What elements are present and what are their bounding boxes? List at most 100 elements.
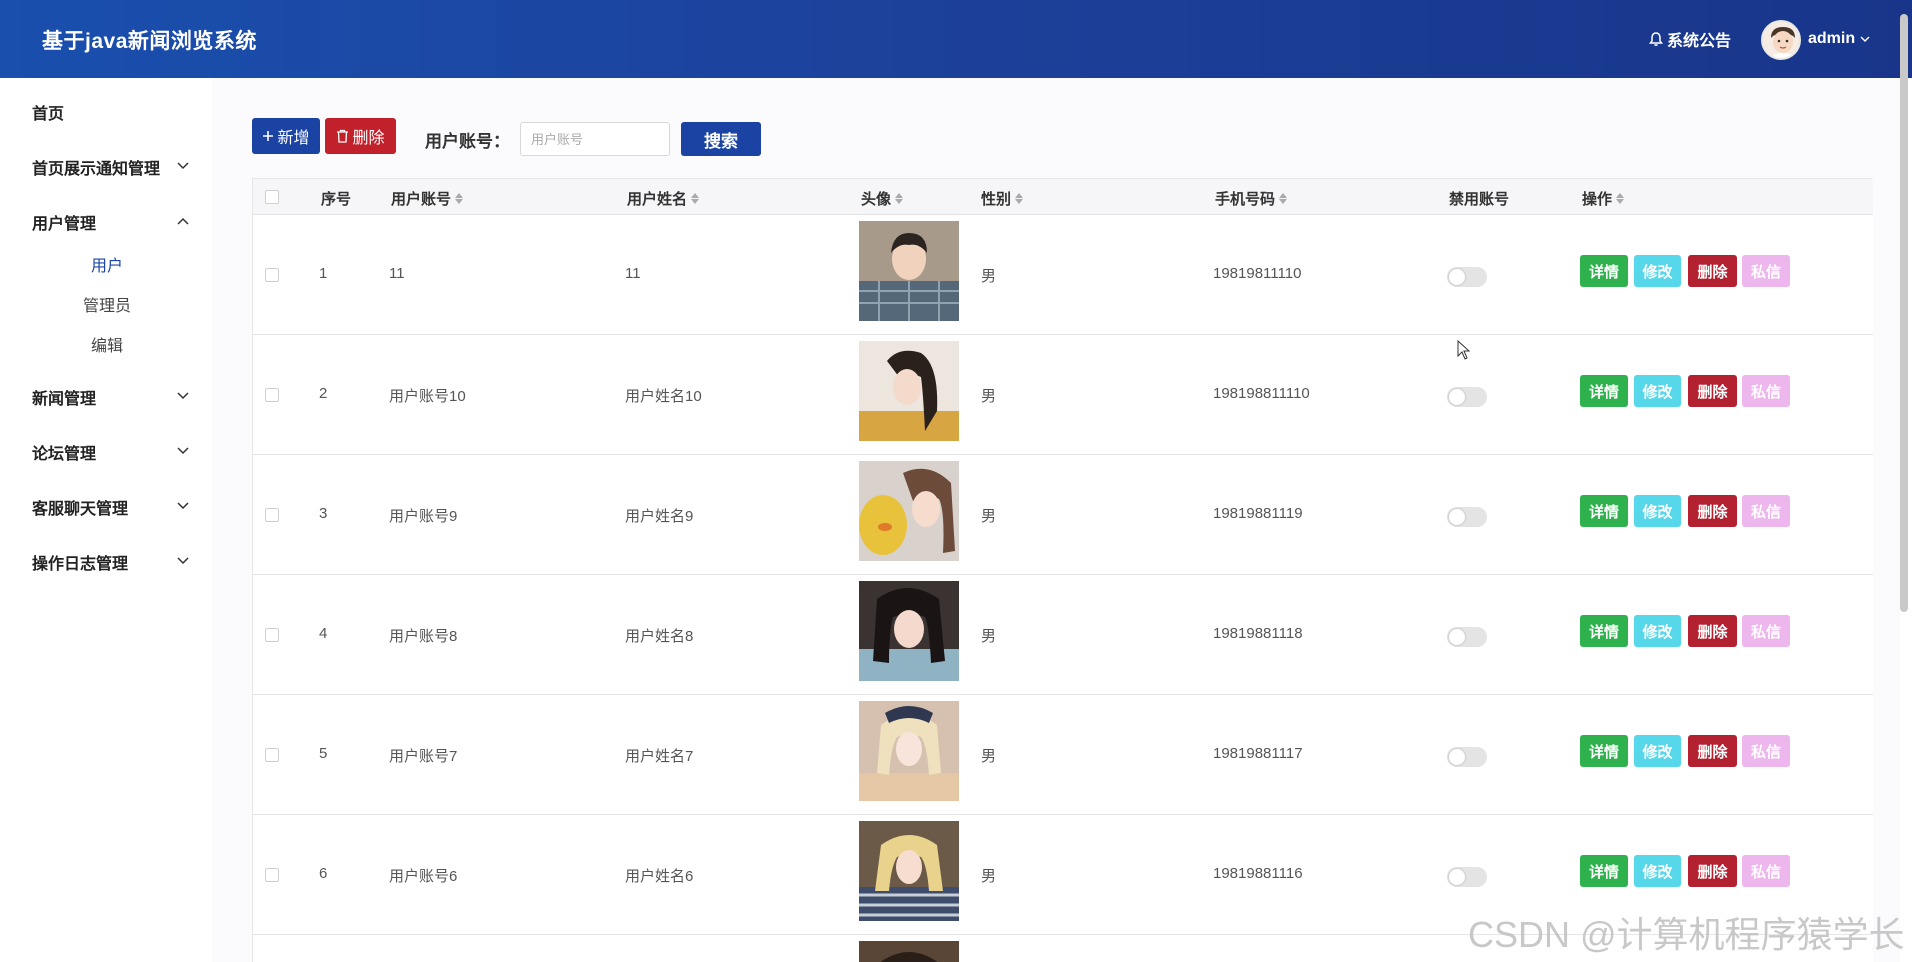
column-header-actions[interactable]: 操作: [1582, 188, 1625, 209]
cell-phone: 19819881118: [1213, 625, 1303, 642]
edit-button[interactable]: 修改: [1634, 855, 1681, 887]
cell-name: 用户姓名9: [625, 508, 694, 525]
add-button[interactable]: 新增: [252, 118, 320, 154]
table-header: 序号 用户账号 用户姓名 头像 性别 手机号码 禁用账号 操作: [253, 179, 1873, 215]
disable-account-toggle[interactable]: [1447, 507, 1487, 527]
table-row: 4 用户账号8 用户姓名8 男 19819881118 详情 修改 删除 私信: [253, 575, 1873, 695]
username-label: admin: [1808, 30, 1856, 47]
cell-gender: 男: [981, 268, 997, 285]
cell-index: 6: [319, 865, 328, 882]
row-checkbox[interactable]: [265, 268, 279, 282]
column-header-avatar[interactable]: 头像: [861, 188, 904, 209]
disable-account-toggle[interactable]: [1447, 387, 1487, 407]
row-checkbox[interactable]: [265, 508, 279, 522]
chevron-up-icon: [177, 217, 189, 225]
cell-gender: 男: [981, 748, 997, 765]
chevron-down-icon: [177, 502, 189, 510]
row-checkbox[interactable]: [265, 868, 279, 882]
delete-button[interactable]: 删除: [1688, 735, 1737, 767]
row-checkbox[interactable]: [265, 628, 279, 642]
message-button[interactable]: 私信: [1742, 615, 1790, 647]
chevron-down-icon: [177, 447, 189, 455]
cell-gender: 男: [981, 508, 997, 525]
system-notice-label: 系统公告: [1667, 33, 1732, 50]
user-photo: [859, 941, 959, 962]
cell-account: 用户账号9: [389, 508, 458, 525]
edit-button[interactable]: 修改: [1634, 495, 1681, 527]
detail-button[interactable]: 详情: [1580, 735, 1628, 767]
detail-button[interactable]: 详情: [1580, 375, 1628, 407]
cell-name: 用户姓名8: [625, 628, 694, 645]
detail-button[interactable]: 详情: [1580, 255, 1628, 287]
user-photo: [859, 221, 959, 321]
sidebar-item-log-mgmt[interactable]: 操作日志管理: [32, 550, 128, 574]
chevron-down-icon: [1860, 36, 1870, 43]
sidebar-item-forum-mgmt[interactable]: 论坛管理: [32, 440, 96, 464]
batch-delete-button[interactable]: 删除: [325, 118, 396, 154]
sidebar-subitem-user[interactable]: 用户: [62, 252, 152, 276]
cell-gender: 男: [981, 628, 997, 645]
user-table: 序号 用户账号 用户姓名 头像 性别 手机号码 禁用账号 操作 1 11 11 …: [252, 178, 1873, 962]
table-row: 3 用户账号9 用户姓名9 男 19819881119 详情 修改 删除 私信: [253, 455, 1873, 575]
message-button[interactable]: 私信: [1742, 735, 1790, 767]
message-button[interactable]: 私信: [1742, 855, 1790, 887]
cell-index: 1: [319, 265, 328, 282]
system-notice-link[interactable]: 系统公告: [1648, 27, 1731, 51]
sidebar-subitem-admin[interactable]: 管理员: [62, 292, 152, 316]
sidebar-item-notice-mgmt[interactable]: 首页展示通知管理: [32, 155, 160, 179]
user-avatar[interactable]: [1761, 20, 1801, 60]
user-photo: [859, 341, 959, 441]
delete-button[interactable]: 删除: [1688, 615, 1737, 647]
sidebar-item-home[interactable]: 首页: [32, 100, 64, 124]
row-checkbox[interactable]: [265, 388, 279, 402]
sidebar-item-user-mgmt[interactable]: 用户管理: [32, 210, 96, 234]
avatar-icon: [1763, 22, 1799, 58]
cell-phone: 19819881119: [1213, 505, 1303, 522]
message-button[interactable]: 私信: [1742, 255, 1790, 287]
disable-account-toggle[interactable]: [1447, 627, 1487, 647]
cell-gender: 男: [981, 388, 997, 405]
account-search-input[interactable]: [520, 122, 670, 156]
sidebar-subitem-editor[interactable]: 编辑: [62, 332, 152, 356]
top-header: 基于java新闻浏览系统 系统公告 admin: [0, 0, 1912, 78]
cell-index: 4: [319, 625, 328, 642]
disable-account-toggle[interactable]: [1447, 747, 1487, 767]
cell-name: 11: [625, 265, 641, 282]
row-checkbox[interactable]: [265, 748, 279, 762]
table-row: 1 11 11 男 19819811110 详情 修改 删除 私信: [253, 215, 1873, 335]
edit-button[interactable]: 修改: [1634, 255, 1681, 287]
sort-icon: [895, 193, 904, 204]
message-button[interactable]: 私信: [1742, 495, 1790, 527]
sidebar-item-news-mgmt[interactable]: 新闻管理: [32, 385, 96, 409]
column-header-gender[interactable]: 性别: [981, 188, 1024, 209]
cell-phone: 19819881116: [1213, 865, 1303, 882]
page-scrollbar[interactable]: [1900, 14, 1908, 612]
disable-account-toggle[interactable]: [1447, 267, 1487, 287]
sidebar-item-chat-mgmt[interactable]: 客服聊天管理: [32, 495, 128, 519]
delete-button[interactable]: 删除: [1688, 495, 1737, 527]
message-button[interactable]: 私信: [1742, 375, 1790, 407]
delete-button[interactable]: 删除: [1688, 855, 1737, 887]
detail-button[interactable]: 详情: [1580, 855, 1628, 887]
detail-button[interactable]: 详情: [1580, 495, 1628, 527]
disable-account-toggle[interactable]: [1447, 867, 1487, 887]
delete-button[interactable]: 删除: [1688, 255, 1737, 287]
bell-icon: [1649, 32, 1663, 46]
column-header-phone[interactable]: 手机号码: [1215, 188, 1288, 209]
cell-index: 3: [319, 505, 328, 522]
chevron-down-icon: [177, 392, 189, 400]
select-all-checkbox[interactable]: [265, 190, 279, 204]
cell-name: 用户姓名7: [625, 748, 694, 765]
edit-button[interactable]: 修改: [1634, 375, 1681, 407]
app-title: 基于java新闻浏览系统: [42, 30, 257, 53]
edit-button[interactable]: 修改: [1634, 615, 1681, 647]
plus-icon: [263, 131, 274, 141]
edit-button[interactable]: 修改: [1634, 735, 1681, 767]
user-photo: [859, 701, 959, 801]
column-header-name[interactable]: 用户姓名: [627, 188, 700, 209]
search-button[interactable]: 搜索: [681, 122, 761, 156]
delete-button[interactable]: 删除: [1688, 375, 1737, 407]
column-header-account[interactable]: 用户账号: [391, 188, 464, 209]
detail-button[interactable]: 详情: [1580, 615, 1628, 647]
user-menu-trigger[interactable]: admin: [1808, 30, 1871, 48]
